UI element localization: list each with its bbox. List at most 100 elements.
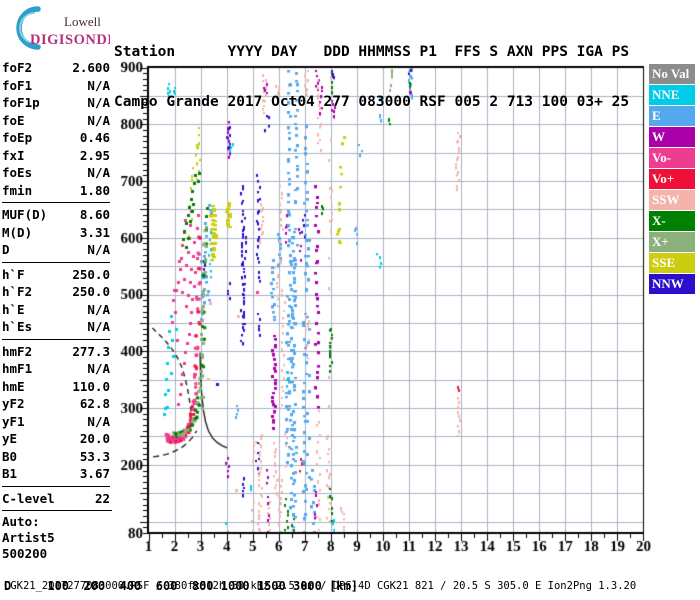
- logo-lowell-text: Lowell: [64, 14, 101, 29]
- parameter-value: 3.67: [79, 466, 110, 481]
- legend-item-nne: NNE: [649, 85, 695, 105]
- parameter-panel: foF2 2.600 foF1 N/A foF1p N/A foE N/A foEp 0.46 fx…: [2, 59, 112, 562]
- parameter-row-hf: h`F 250.0: [2, 266, 110, 284]
- logo-digisonde-text: DIGISONDE: [30, 32, 110, 48]
- parameter-label: foEp: [2, 130, 33, 145]
- parameter-label: D: [2, 242, 10, 257]
- parameter-value: N/A: [87, 301, 110, 317]
- autoscaling-line: Auto:: [2, 514, 40, 529]
- parameter-row-hes: h`Es N/A: [2, 318, 110, 336]
- parameter-row-md: M(D) 3.31: [2, 224, 110, 242]
- legend-item-w: W: [649, 127, 695, 147]
- legend-item-noval: No Val: [649, 64, 695, 84]
- parameter-group: foF2 2.600 foF1 N/A foF1p N/A foE N/A foEp 0.46 fx…: [2, 59, 110, 199]
- parameter-label: foEs: [2, 165, 33, 180]
- parameter-row-hmf2: hmF2 277.3: [2, 343, 110, 361]
- parameter-row-hmf1: hmF1 N/A: [2, 360, 110, 378]
- parameter-value: 22: [94, 490, 110, 506]
- parameter-label: hmF1: [2, 361, 33, 376]
- footer-filename: CGK21_2017277083000.RSF / 380fx512h 50 k…: [4, 580, 637, 592]
- parameter-label: yF1: [2, 413, 25, 429]
- parameter-row-ye: yE 20.0: [2, 430, 110, 448]
- digisonde-logo: Lowell DIGISONDE: [16, 6, 110, 50]
- parameter-label: h`Es: [2, 319, 33, 334]
- parameter-label: foF1: [2, 77, 33, 93]
- parameter-label: fmin: [2, 182, 33, 198]
- autoscaling-line: Artist5: [2, 530, 55, 545]
- parameter-value: 110.0: [72, 378, 110, 394]
- parameter-row-mufd: MUF(D) 8.60: [2, 206, 110, 224]
- parameter-row-hf2: h`F2 250.0: [2, 283, 110, 301]
- legend-item-vo+: Vo+: [649, 169, 695, 189]
- station-header-line2: Campo Grande 2017 Oct04 277 083000 RSF 0…: [114, 93, 630, 110]
- parameter-value: N/A: [87, 95, 110, 110]
- legend-item-x-: X-: [649, 211, 695, 231]
- parameter-label: M(D): [2, 224, 33, 240]
- parameter-value: N/A: [87, 319, 110, 334]
- parameter-label: C-level: [2, 490, 55, 506]
- parameter-row-fof1: foF1 N/A: [2, 77, 110, 95]
- station-header: Station YYYY DAY DDD HHMMSS P1 FFS S AXN…: [114, 11, 629, 143]
- parameter-value: 277.3: [72, 343, 110, 359]
- distance-muf-table: D 100 200 400 600 800 1000 1500 3000 [km…: [4, 553, 365, 600]
- parameter-value: N/A: [87, 413, 110, 429]
- parameter-label: foE: [2, 112, 25, 128]
- parameter-value: 250.0: [72, 266, 110, 282]
- parameter-value: 3.31: [79, 224, 110, 240]
- parameter-row-fof1p: foF1p N/A: [2, 94, 110, 112]
- parameter-row-yf1: yF1 N/A: [2, 413, 110, 431]
- parameter-label: B0: [2, 448, 18, 464]
- parameter-label: hmE: [2, 378, 25, 394]
- parameter-group: h`F 250.0 h`F2 250.0 h`E N/A h`Es N/A: [2, 261, 110, 336]
- parameter-row-foep: foEp 0.46: [2, 129, 110, 147]
- parameter-label: fxI: [2, 147, 25, 163]
- parameter-label: h`F: [2, 266, 25, 282]
- parameter-label: yF2: [2, 396, 25, 411]
- parameter-label: foF1p: [2, 95, 40, 110]
- parameter-value: 0.46: [79, 130, 110, 145]
- parameter-label: B1: [2, 466, 18, 481]
- parameter-value: 2.95: [79, 147, 110, 163]
- legend-item-e: E: [649, 106, 695, 126]
- parameter-group: MUF(D) 8.60 M(D) 3.31 D N/A: [2, 202, 110, 259]
- legend-item-nnw: NNW: [649, 274, 695, 294]
- ionogram-screen: Lowell DIGISONDE Station YYYY DAY DDD HH…: [0, 0, 700, 600]
- legend-item-ssw: SSW: [649, 190, 695, 210]
- parameter-value: 20.0: [79, 431, 110, 446]
- parameter-value: 2.600: [72, 60, 110, 75]
- parameter-row-foe: foE N/A: [2, 112, 110, 130]
- parameter-row-clevel: C-level 22: [2, 490, 110, 508]
- parameter-label: foF2: [2, 60, 33, 75]
- parameter-row-hme: hmE 110.0: [2, 378, 110, 396]
- parameter-value: 250.0: [72, 284, 110, 299]
- parameter-value: 8.60: [79, 207, 110, 222]
- legend: No Val NNE E W Vo- Vo+ SSW X- X+ SSE NNW: [649, 64, 695, 295]
- parameter-value: 53.3: [79, 448, 110, 464]
- parameter-value: N/A: [87, 242, 110, 257]
- parameter-label: MUF(D): [2, 207, 48, 222]
- parameter-row-fmin: fmin 1.80: [2, 182, 110, 200]
- parameter-label: hmF2: [2, 343, 33, 359]
- station-header-line1: Station YYYY DAY DDD HHMMSS P1 FFS S AXN…: [114, 44, 630, 60]
- parameter-row-b1: B1 3.67: [2, 465, 110, 483]
- parameter-label: h`F2: [2, 284, 33, 299]
- parameter-row-fxi: fxI 2.95: [2, 147, 110, 165]
- parameter-value: N/A: [87, 361, 110, 376]
- legend-item-vo-: Vo-: [649, 148, 695, 168]
- parameter-value: N/A: [87, 112, 110, 128]
- parameter-row-he: h`E N/A: [2, 301, 110, 319]
- parameter-row-b0: B0 53.3: [2, 448, 110, 466]
- parameter-value: N/A: [87, 165, 110, 180]
- parameter-row-yf2: yF2 62.8: [2, 395, 110, 413]
- parameter-value: 62.8: [79, 396, 110, 411]
- parameter-row-d: D N/A: [2, 241, 110, 259]
- legend-item-x+: X+: [649, 232, 695, 252]
- parameter-row-fof2: foF2 2.600: [2, 59, 110, 77]
- parameter-label: h`E: [2, 301, 25, 317]
- parameter-group: C-level 22: [2, 485, 110, 508]
- legend-item-sse: SSE: [649, 253, 695, 273]
- parameter-value: N/A: [87, 77, 110, 93]
- parameter-row-foes: foEs N/A: [2, 164, 110, 182]
- parameter-label: yE: [2, 431, 18, 446]
- parameter-group: hmF2 277.3 hmF1 N/A hmE 110.0 yF2 62.8 yF1 N/A yE 2…: [2, 338, 110, 483]
